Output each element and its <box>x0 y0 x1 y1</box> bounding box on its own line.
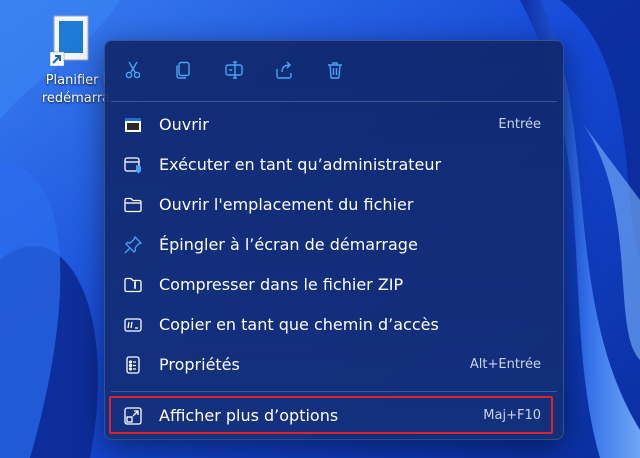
menu-toolbar <box>105 41 563 101</box>
menu-item-label: Ouvrir l'emplacement du fichier <box>159 195 414 214</box>
menu-item-label: Ouvrir <box>159 115 209 134</box>
menu-item-shortcut: Entrée <box>498 117 541 132</box>
rename-icon <box>225 61 243 79</box>
trash-icon <box>328 62 342 79</box>
share-icon <box>276 61 292 79</box>
menu-item-label: Propriétés <box>159 355 240 374</box>
properties-icon <box>123 355 143 375</box>
path-icon <box>123 315 143 335</box>
scissors-icon <box>125 61 141 79</box>
cut-button[interactable] <box>117 54 149 86</box>
menu-item-shortcut: Alt+Entrée <box>469 357 541 372</box>
menu-divider <box>111 391 557 392</box>
zip-folder-icon <box>123 275 143 295</box>
context-menu: Ouvrir Entrée Exécuter en tant qu’admini… <box>104 40 564 440</box>
shortcut-file-icon <box>50 15 89 66</box>
menu-item-pin-start[interactable]: Épingler à l’écran de démarrage <box>109 226 559 264</box>
delete-button[interactable] <box>319 54 351 86</box>
shield-window-icon <box>123 155 143 175</box>
rename-button[interactable] <box>218 54 250 86</box>
menu-item-label: Copier en tant que chemin d’accès <box>159 315 439 334</box>
menu-item-label: Exécuter en tant qu’administrateur <box>159 155 442 174</box>
highlight-annotation <box>109 396 553 434</box>
copy-button[interactable] <box>167 54 199 86</box>
copy-icon <box>176 61 190 79</box>
menu-item-open[interactable]: Ouvrir Entrée <box>109 106 559 144</box>
menu-item-compress-zip[interactable]: Compresser dans le fichier ZIP <box>109 266 559 304</box>
menu-item-properties[interactable]: Propriétés Alt+Entrée <box>109 346 559 384</box>
menu-item-label: Épingler à l’écran de démarrage <box>159 235 418 254</box>
menu-item-run-as-admin[interactable]: Exécuter en tant qu’administrateur <box>109 146 559 184</box>
menu-item-copy-path[interactable]: Copier en tant que chemin d’accès <box>109 306 559 344</box>
window-icon <box>123 115 143 135</box>
toolbar-divider <box>111 101 557 102</box>
pin-icon <box>123 235 143 255</box>
menu-item-open-location[interactable]: Ouvrir l'emplacement du fichier <box>109 186 559 224</box>
folder-icon <box>123 195 143 215</box>
share-button[interactable] <box>268 54 300 86</box>
menu-item-label: Compresser dans le fichier ZIP <box>159 275 404 294</box>
